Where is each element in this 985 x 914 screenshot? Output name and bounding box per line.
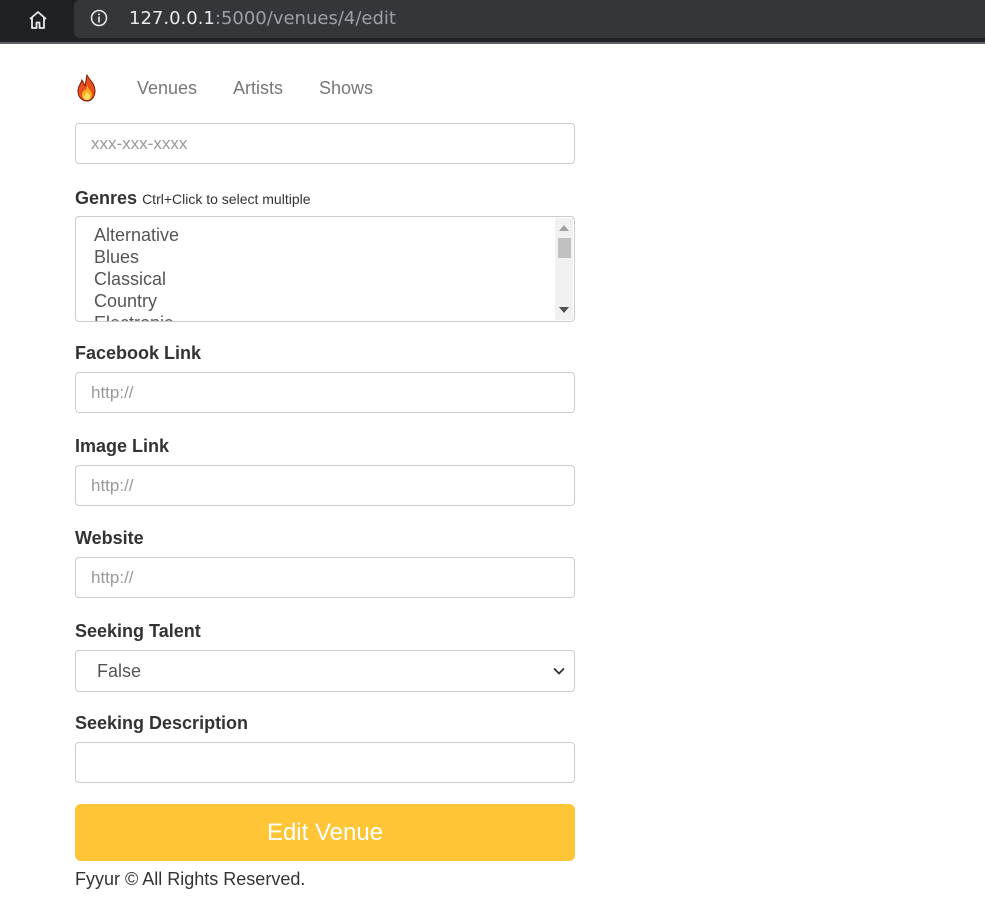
nav-artists[interactable]: Artists: [233, 78, 283, 99]
genre-option[interactable]: Alternative: [94, 224, 179, 246]
genre-option[interactable]: Blues: [94, 246, 179, 268]
genres-label-text: Genres: [75, 188, 138, 208]
genres-hint: Ctrl+Click to select multiple: [142, 191, 311, 207]
footer-text: Fyyur © All Rights Reserved.: [75, 869, 306, 889]
scrollbar-thumb[interactable]: [558, 238, 571, 258]
genres-multiselect[interactable]: Alternative Blues Classical Country Elec…: [75, 216, 575, 322]
home-icon[interactable]: [26, 8, 50, 32]
genre-option[interactable]: Electronic: [94, 312, 179, 321]
url-path: :5000/venues/4/edit: [214, 8, 396, 29]
nav-shows[interactable]: Shows: [319, 78, 373, 99]
seeking-description-input[interactable]: [75, 742, 575, 783]
seeking-talent-select[interactable]: False: [75, 650, 575, 692]
seeking-talent-value: False: [97, 661, 142, 681]
scroll-down-icon[interactable]: [559, 307, 569, 313]
facebook-link-input[interactable]: [75, 372, 575, 413]
genre-option[interactable]: Country: [94, 290, 179, 312]
toolbar-divider: [0, 42, 985, 44]
phone-input[interactable]: [75, 123, 575, 164]
scroll-up-icon[interactable]: [559, 225, 569, 231]
seeking-talent-label: Seeking Talent: [75, 621, 201, 641]
fire-icon[interactable]: [75, 74, 99, 102]
genres-scrollbar[interactable]: [555, 218, 573, 320]
facebook-link-label: Facebook Link: [75, 343, 202, 363]
website-input[interactable]: [75, 557, 575, 598]
info-icon[interactable]: [90, 9, 108, 27]
website-label: Website: [75, 528, 144, 548]
url-host: 127.0.0.1: [129, 8, 215, 29]
browser-toolbar: 127.0.0.1:5000/venues/4/edit: [0, 0, 985, 42]
image-link-input[interactable]: [75, 465, 575, 506]
seeking-description-label: Seeking Description: [75, 713, 249, 733]
nav-venues[interactable]: Venues: [137, 78, 197, 99]
url-text[interactable]: 127.0.0.1:5000/venues/4/edit: [129, 8, 396, 29]
address-bar[interactable]: 127.0.0.1:5000/venues/4/edit: [74, 0, 985, 38]
edit-venue-button[interactable]: Edit Venue: [75, 804, 575, 861]
chevron-down-icon: [553, 667, 565, 675]
genres-label: Genres Ctrl+Click to select multiple: [75, 188, 311, 209]
genre-option[interactable]: Classical: [94, 268, 179, 290]
image-link-label: Image Link: [75, 436, 170, 456]
